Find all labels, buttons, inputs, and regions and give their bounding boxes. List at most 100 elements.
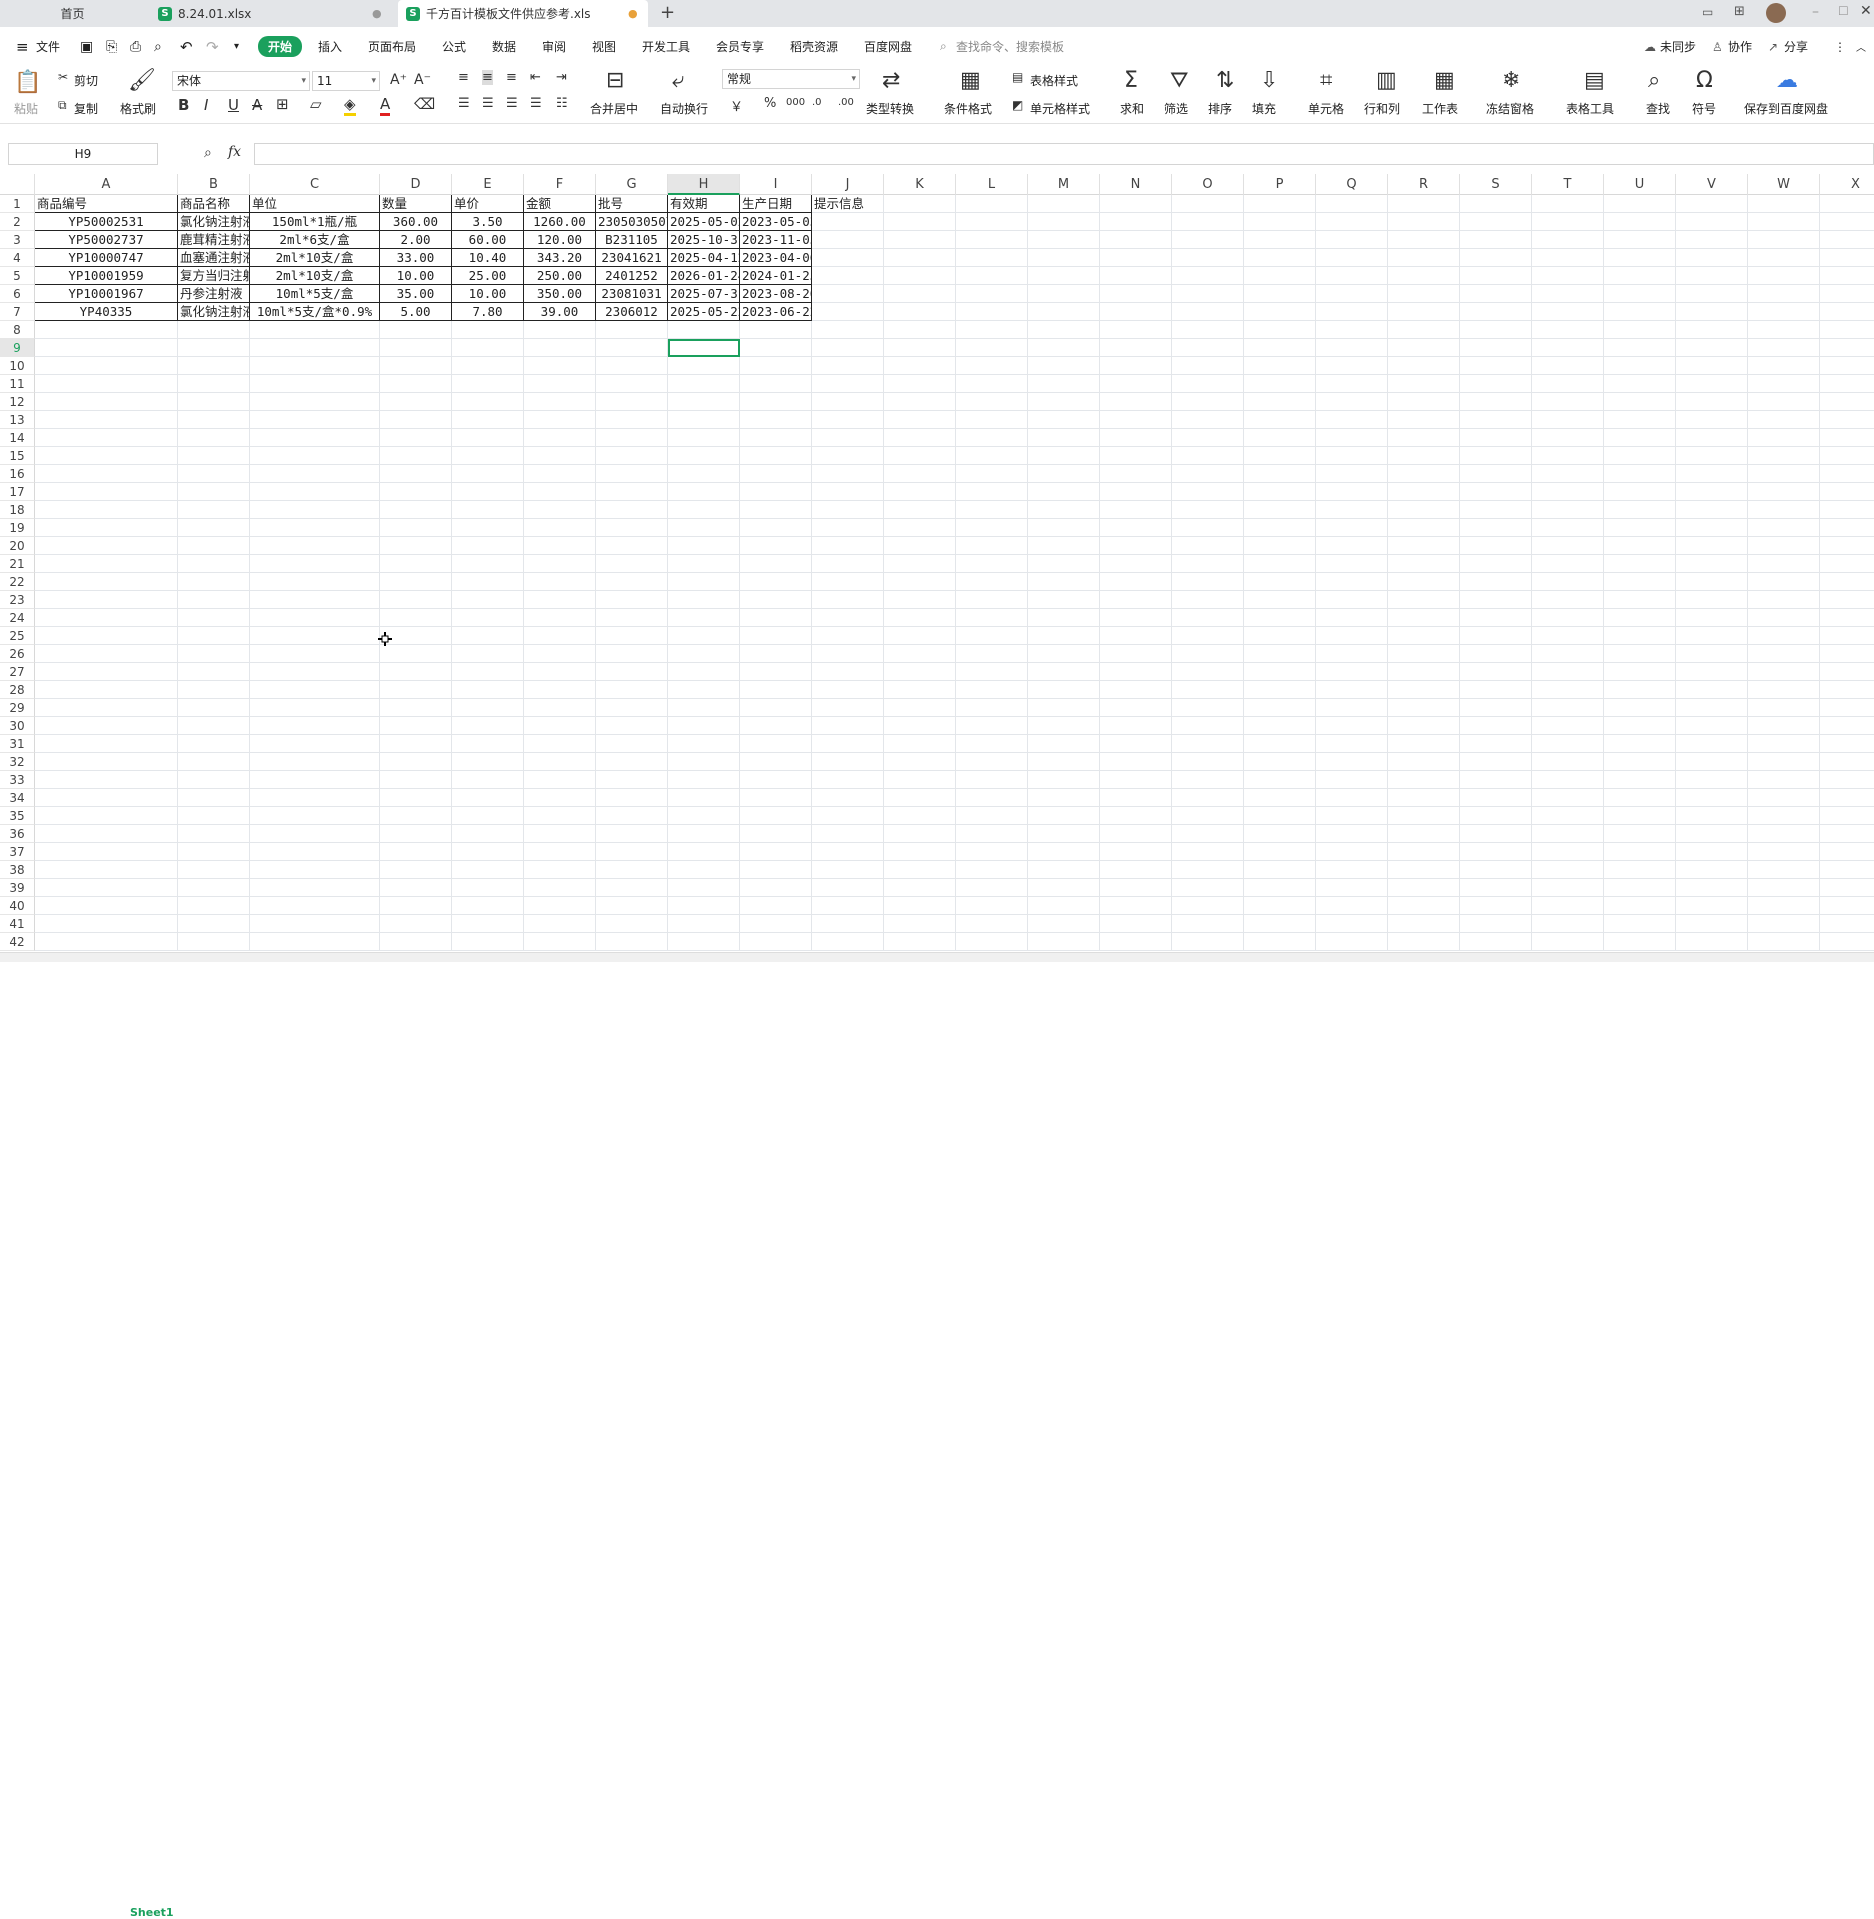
cell-B1[interactable]: 商品名称: [178, 195, 250, 213]
cell-K39[interactable]: [884, 879, 956, 897]
cell-S25[interactable]: [1460, 627, 1532, 645]
cell-K14[interactable]: [884, 429, 956, 447]
cell-B4[interactable]: 血塞通注射液: [178, 249, 250, 267]
cell-A41[interactable]: [35, 915, 178, 933]
cell-N11[interactable]: [1100, 375, 1172, 393]
cell-K1[interactable]: [884, 195, 956, 213]
find-button[interactable]: 查找: [1646, 100, 1670, 117]
cell-K25[interactable]: [884, 627, 956, 645]
cell-O10[interactable]: [1172, 357, 1244, 375]
new-tab-icon[interactable]: +: [660, 2, 675, 23]
cell-X33[interactable]: [1820, 771, 1874, 789]
cell-O37[interactable]: [1172, 843, 1244, 861]
cell-I18[interactable]: [740, 501, 812, 519]
row-header-10[interactable]: 10: [0, 357, 35, 375]
cell-Q24[interactable]: [1316, 609, 1388, 627]
cell-S13[interactable]: [1460, 411, 1532, 429]
cell-U13[interactable]: [1604, 411, 1676, 429]
row-header-6[interactable]: 6: [0, 285, 35, 303]
cell-V36[interactable]: [1676, 825, 1748, 843]
column-header-U[interactable]: U: [1604, 174, 1676, 195]
cell-L28[interactable]: [956, 681, 1028, 699]
cell-N15[interactable]: [1100, 447, 1172, 465]
cell-P17[interactable]: [1244, 483, 1316, 501]
cell-I26[interactable]: [740, 645, 812, 663]
cell-T23[interactable]: [1532, 591, 1604, 609]
save-icon[interactable]: ▣: [80, 39, 93, 55]
cell-S19[interactable]: [1460, 519, 1532, 537]
cell-D15[interactable]: [380, 447, 452, 465]
cell-F32[interactable]: [524, 753, 596, 771]
cell-F42[interactable]: [524, 933, 596, 951]
cell-E14[interactable]: [452, 429, 524, 447]
cell-H8[interactable]: [668, 321, 740, 339]
cell-H2[interactable]: 2025-05-02: [668, 213, 740, 231]
cell-W3[interactable]: [1748, 231, 1820, 249]
cell-T16[interactable]: [1532, 465, 1604, 483]
align-middle-icon[interactable]: ≡: [482, 70, 493, 85]
cell-A16[interactable]: [35, 465, 178, 483]
cell-H10[interactable]: [668, 357, 740, 375]
cell-U33[interactable]: [1604, 771, 1676, 789]
cell-O14[interactable]: [1172, 429, 1244, 447]
cell-E7[interactable]: 7.80: [452, 303, 524, 321]
cell-E25[interactable]: [452, 627, 524, 645]
cell-N18[interactable]: [1100, 501, 1172, 519]
cell-O39[interactable]: [1172, 879, 1244, 897]
cell-N16[interactable]: [1100, 465, 1172, 483]
cell-G24[interactable]: [596, 609, 668, 627]
cell-G20[interactable]: [596, 537, 668, 555]
cell-H30[interactable]: [668, 717, 740, 735]
cell-Q31[interactable]: [1316, 735, 1388, 753]
cell-S41[interactable]: [1460, 915, 1532, 933]
column-header-J[interactable]: J: [812, 174, 884, 195]
cell-J36[interactable]: [812, 825, 884, 843]
cell-M17[interactable]: [1028, 483, 1100, 501]
cell-J17[interactable]: [812, 483, 884, 501]
align-top-icon[interactable]: ≡: [458, 70, 469, 85]
cell-E41[interactable]: [452, 915, 524, 933]
cell-R30[interactable]: [1388, 717, 1460, 735]
cell-R26[interactable]: [1388, 645, 1460, 663]
cell-B27[interactable]: [178, 663, 250, 681]
cell-B9[interactable]: [178, 339, 250, 357]
baidu-cloud-icon[interactable]: ☁: [1776, 68, 1798, 93]
cell-M14[interactable]: [1028, 429, 1100, 447]
cell-V7[interactable]: [1676, 303, 1748, 321]
cell-G19[interactable]: [596, 519, 668, 537]
cell-W31[interactable]: [1748, 735, 1820, 753]
cell-A2[interactable]: YP50002531: [35, 213, 178, 231]
cell-H28[interactable]: [668, 681, 740, 699]
cell-E12[interactable]: [452, 393, 524, 411]
name-box[interactable]: H9: [8, 143, 158, 165]
cell-C27[interactable]: [250, 663, 380, 681]
cell-N22[interactable]: [1100, 573, 1172, 591]
cell-K41[interactable]: [884, 915, 956, 933]
column-header-Q[interactable]: Q: [1316, 174, 1388, 195]
cell-L38[interactable]: [956, 861, 1028, 879]
cell-S17[interactable]: [1460, 483, 1532, 501]
cell-M15[interactable]: [1028, 447, 1100, 465]
cell-O29[interactable]: [1172, 699, 1244, 717]
cell-Q15[interactable]: [1316, 447, 1388, 465]
cell-N4[interactable]: [1100, 249, 1172, 267]
cell-C33[interactable]: [250, 771, 380, 789]
cell-R40[interactable]: [1388, 897, 1460, 915]
paste-button[interactable]: 粘贴: [14, 100, 38, 117]
cell-H36[interactable]: [668, 825, 740, 843]
cell-L35[interactable]: [956, 807, 1028, 825]
cell-T33[interactable]: [1532, 771, 1604, 789]
cell-T27[interactable]: [1532, 663, 1604, 681]
row-header-7[interactable]: 7: [0, 303, 35, 321]
cell-C14[interactable]: [250, 429, 380, 447]
cell-J35[interactable]: [812, 807, 884, 825]
cell-D41[interactable]: [380, 915, 452, 933]
cell-M37[interactable]: [1028, 843, 1100, 861]
cell-X36[interactable]: [1820, 825, 1874, 843]
cell-G29[interactable]: [596, 699, 668, 717]
cell-F30[interactable]: [524, 717, 596, 735]
border-icon[interactable]: ⊞: [276, 95, 289, 113]
menu-review[interactable]: 审阅: [542, 38, 566, 55]
cell-A38[interactable]: [35, 861, 178, 879]
cell-Q14[interactable]: [1316, 429, 1388, 447]
